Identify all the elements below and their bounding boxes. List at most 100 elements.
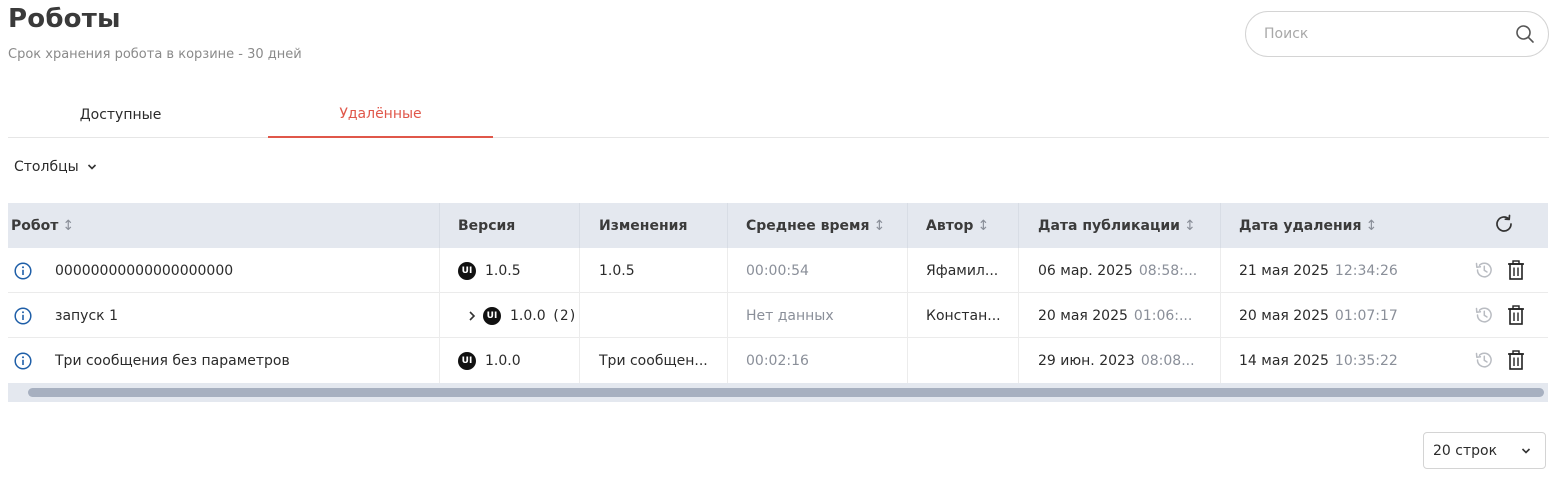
uipath-logo-icon: UI (458, 261, 476, 280)
column-header-label: Дата публикации (1038, 217, 1180, 234)
column-header-robot[interactable]: Робот ↕ (8, 203, 440, 248)
sort-icon[interactable]: ↕ (62, 218, 74, 234)
del-date-value: 14 мая 2025 (1239, 352, 1329, 369)
version-value: 1.0.0 (485, 352, 521, 369)
cell-author (908, 338, 1019, 383)
page-title: Роботы (8, 4, 121, 34)
column-header-version: Версия (440, 203, 580, 248)
column-header-label: Дата удаления (1239, 217, 1362, 234)
pub-date-value: 29 июн. 2023 (1038, 352, 1135, 369)
refresh-button[interactable] (1493, 203, 1523, 248)
cell-author: Констан... (908, 293, 1019, 338)
column-header-avg-time[interactable]: Среднее время ↕ (728, 203, 908, 248)
del-time-value: 10:35:22 (1334, 352, 1398, 369)
del-time-value: 12:34:26 (1334, 262, 1398, 279)
robot-name[interactable]: запуск 1 (55, 308, 118, 324)
refresh-icon[interactable] (1493, 213, 1515, 239)
page-subtitle: Срок хранения робота в корзине - 30 дней (8, 47, 302, 62)
search-icon[interactable] (1514, 23, 1536, 45)
del-date-value: 20 мая 2025 (1239, 307, 1329, 324)
chevron-down-icon (1521, 443, 1531, 459)
table-row[interactable]: 00000000000000000000 UI 1.0.5 1.0.5 00:0… (8, 248, 1548, 293)
column-header-label: Изменения (599, 217, 688, 234)
pub-time-value: 08:08... (1140, 352, 1195, 369)
tabs-bar: Доступные Удалённые (8, 92, 1549, 138)
column-header-label: Автор (926, 217, 974, 234)
cell-robot: запуск 1 (8, 293, 440, 338)
tab-available[interactable]: Доступные (8, 92, 233, 138)
version-count: (2) (551, 307, 577, 324)
chevron-right-icon[interactable] (468, 310, 476, 322)
column-header-label: Робот (11, 217, 59, 234)
column-header-pub-date[interactable]: Дата публикации ↕ (1019, 203, 1221, 248)
history-restore-icon[interactable] (1473, 349, 1495, 371)
version-value: 1.0.0 (510, 307, 546, 324)
avg-time-value: Нет данных (746, 307, 834, 324)
cell-del-date: 14 мая 2025 10:35:22 (1221, 338, 1548, 383)
rows-per-page-select[interactable]: 20 строк (1423, 432, 1546, 469)
cell-version: UI 1.0.0 (440, 338, 580, 383)
avg-time-value: 00:02:16 (746, 352, 809, 369)
column-header-author[interactable]: Автор ↕ (908, 203, 1019, 248)
column-header-changes: Изменения (580, 203, 728, 248)
del-time-value: 01:07:17 (1334, 307, 1398, 324)
columns-button[interactable]: Столбцы (14, 156, 97, 178)
changes-value: 1.0.5 (599, 262, 635, 279)
robot-name[interactable]: Три сообщения без параметров (55, 353, 290, 369)
uipath-logo-icon: UI (458, 351, 476, 370)
cell-version: UI 1.0.0 (2) (440, 293, 580, 338)
history-restore-icon[interactable] (1473, 304, 1495, 326)
cell-robot: Три сообщения без параметров (8, 338, 440, 383)
tab-deleted[interactable]: Удалённые (268, 92, 493, 138)
chevron-down-icon (87, 159, 97, 175)
info-icon[interactable] (14, 306, 32, 325)
robots-table: Робот ↕ Версия Изменения Среднее время ↕ А… (8, 203, 1548, 402)
robot-name[interactable]: 00000000000000000000 (55, 263, 233, 279)
cell-avg-time: 00:02:16 (728, 338, 908, 383)
cell-changes: Три сообщен... (580, 338, 728, 383)
sort-icon[interactable]: ↕ (873, 218, 885, 234)
column-header-label: Версия (458, 217, 516, 234)
avg-time-value: 00:00:54 (746, 262, 809, 279)
uipath-logo-icon: UI (483, 306, 501, 325)
table-row[interactable]: запуск 1 UI 1.0.0 (2) Нет данных Констан… (8, 293, 1548, 338)
cell-robot: 00000000000000000000 (8, 248, 440, 293)
scrollbar-thumb[interactable] (28, 388, 1544, 397)
sort-icon[interactable]: ↕ (1365, 218, 1377, 234)
cell-version: UI 1.0.5 (440, 248, 580, 293)
changes-value: Три сообщен... (599, 352, 708, 369)
cell-avg-time: Нет данных (728, 293, 908, 338)
version-value: 1.0.5 (485, 262, 521, 279)
cell-changes (580, 293, 728, 338)
cell-author: Яфамил... (908, 248, 1019, 293)
columns-button-label: Столбцы (14, 159, 79, 175)
author-value: Констан... (926, 307, 1001, 324)
column-header-del-date[interactable]: Дата удаления ↕ (1221, 203, 1461, 248)
info-icon[interactable] (14, 351, 32, 370)
cell-del-date: 21 мая 2025 12:34:26 (1221, 248, 1548, 293)
cell-pub-date: 29 июн. 2023 08:08... (1019, 338, 1221, 383)
info-icon[interactable] (14, 261, 32, 280)
cell-pub-date: 20 мая 2025 01:06:... (1019, 293, 1221, 338)
horizontal-scrollbar[interactable] (8, 384, 1548, 402)
trash-icon[interactable] (1505, 259, 1527, 281)
pub-time-value: 08:58:... (1138, 262, 1198, 279)
search-box[interactable] (1245, 11, 1549, 57)
cell-pub-date: 06 мар. 2025 08:58:... (1019, 248, 1221, 293)
pub-date-value: 06 мар. 2025 (1038, 262, 1133, 279)
history-restore-icon[interactable] (1473, 259, 1495, 281)
del-date-value: 21 мая 2025 (1239, 262, 1329, 279)
cell-changes: 1.0.5 (580, 248, 728, 293)
sort-icon[interactable]: ↕ (977, 218, 989, 234)
search-input[interactable] (1264, 26, 1514, 42)
author-value: Яфамил... (926, 262, 999, 279)
cell-del-date: 20 мая 2025 01:07:17 (1221, 293, 1548, 338)
table-header: Робот ↕ Версия Изменения Среднее время ↕ А… (8, 203, 1548, 248)
table-row[interactable]: Три сообщения без параметров UI 1.0.0 Тр… (8, 338, 1548, 383)
cell-avg-time: 00:00:54 (728, 248, 908, 293)
pub-date-value: 20 мая 2025 (1038, 307, 1128, 324)
sort-icon[interactable]: ↕ (1184, 218, 1196, 234)
pub-time-value: 01:06:... (1133, 307, 1193, 324)
trash-icon[interactable] (1505, 304, 1527, 326)
trash-icon[interactable] (1505, 349, 1527, 371)
